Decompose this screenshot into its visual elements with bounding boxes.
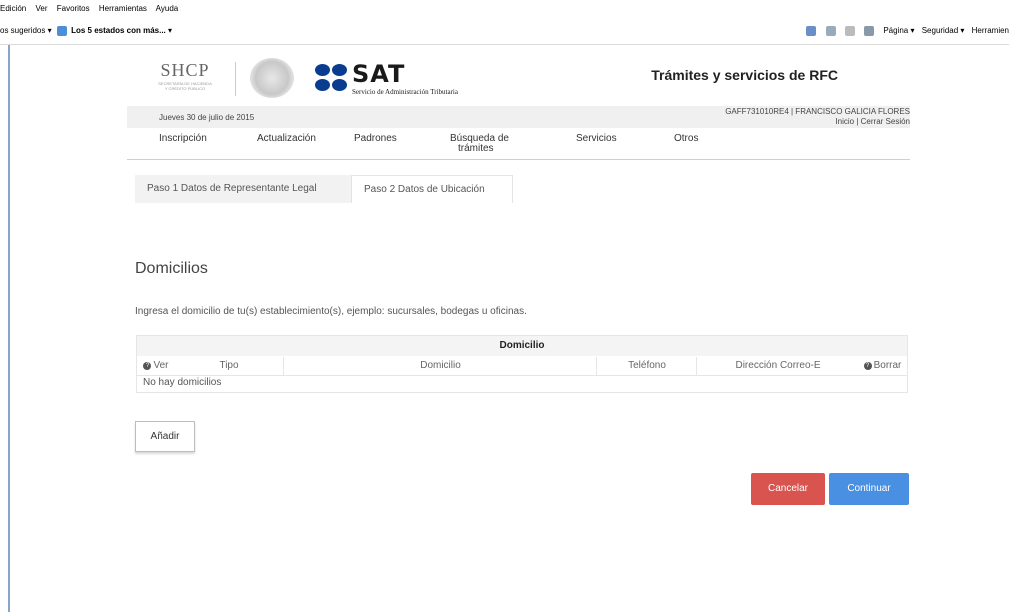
window-left-border [8, 45, 10, 612]
nav-padrones[interactable]: Padrones [354, 134, 397, 144]
menu-ayuda[interactable]: Ayuda [156, 4, 179, 13]
col-borrar-label: Borrar [873, 360, 902, 371]
col-domicilio: Domicilio [283, 357, 597, 375]
page-title: Trámites y servicios de RFC [651, 67, 838, 83]
continue-button[interactable]: Continuar [829, 473, 909, 505]
browser-menu-bar: Edición Ver Favoritos Herramientas Ayuda [0, 0, 1009, 18]
tab-paso-2[interactable]: Paso 2 Datos de Ubicación [351, 175, 513, 203]
sat-logo-text: SAT [352, 60, 406, 88]
add-address-button[interactable]: Añadir [135, 421, 195, 452]
browser-divider [0, 44, 1009, 45]
shcp-logo-title: SHCP [160, 60, 210, 80]
table-empty-message: No hay domicilios [143, 377, 222, 388]
section-title: Domicilios [135, 260, 208, 277]
shcp-logo[interactable]: SHCP SECRETARÍA DE HACIENDA Y CRÉDITO PÚ… [140, 60, 230, 91]
tools-menu[interactable]: Herramien [972, 26, 1009, 35]
nav-actualizacion[interactable]: Actualización [257, 134, 316, 144]
security-menu[interactable]: Seguridad ▾ [922, 26, 965, 35]
user-info-bar: Jueves 30 de julio de 2015 GAFF731010RE4… [127, 106, 910, 128]
logo-divider [235, 62, 236, 96]
col-ver-label: Ver [153, 360, 169, 371]
national-seal-icon [250, 58, 294, 98]
section-intro: Ingresa el domicilio de tu(s) establecim… [135, 306, 527, 317]
cancel-button[interactable]: Cancelar [751, 473, 825, 505]
sat-logo-subtitle: Servicio de Administración Tributaria [352, 88, 458, 96]
help-icon: ? [863, 362, 872, 370]
nav-otros[interactable]: Otros [674, 134, 698, 144]
favorite-bookmark-link[interactable]: Los 5 estados con más... ▾ [71, 26, 172, 35]
table-header-row: ? Ver Tipo Domicilio Teléfono Dirección C… [137, 357, 907, 376]
table-caption: Domicilio [137, 336, 907, 356]
menu-edicion[interactable]: Edición [0, 4, 26, 13]
suggested-sites-link[interactable]: os sugeridos ▾ [0, 26, 52, 35]
logout-link[interactable]: Cerrar Sesión [861, 117, 910, 126]
help-icon: ? [143, 362, 152, 370]
nav-inscripcion[interactable]: Inscripción [159, 134, 207, 144]
browser-favorites-bar: os sugeridos ▾ Los 5 estados con más... … [0, 18, 1009, 44]
print-icon[interactable] [864, 25, 875, 36]
nav-busqueda-tramites[interactable]: Búsqueda de trámites [450, 134, 509, 154]
site-header: SHCP SECRETARÍA DE HACIENDA Y CRÉDITO PÚ… [140, 58, 910, 104]
page-menu[interactable]: Página ▾ [883, 26, 914, 35]
sat-logo-icon [315, 64, 351, 92]
col-correo: Dirección Correo-E [696, 357, 859, 375]
nav-busqueda-line2: trámites [458, 143, 494, 154]
shcp-logo-subtitle-2: Y CRÉDITO PÚBLICO [164, 86, 206, 91]
tab-paso-1[interactable]: Paso 1 Datos de Representante Legal [135, 175, 367, 203]
home-icon[interactable] [806, 25, 817, 36]
menu-herramientas[interactable]: Herramientas [99, 4, 147, 13]
col-tipo: Tipo [219, 360, 239, 371]
home-link[interactable]: Inicio [835, 117, 854, 126]
current-date: Jueves 30 de julio de 2015 [159, 113, 255, 122]
feeds-icon[interactable] [825, 25, 836, 36]
step-tabs: Paso 1 Datos de Representante Legal Paso… [135, 175, 910, 203]
col-borrar[interactable]: ? Borrar [858, 357, 907, 375]
ie-page-icon [56, 25, 67, 36]
col-telefono: Teléfono [596, 357, 697, 375]
mail-icon[interactable] [844, 25, 855, 36]
col-ver[interactable]: ? Ver [137, 357, 175, 375]
menu-favoritos[interactable]: Favoritos [57, 4, 90, 13]
nav-servicios[interactable]: Servicios [576, 134, 617, 144]
user-rfc-name: GAFF731010RE4 | FRANCISCO GALICIA FLORES [725, 107, 910, 116]
menu-ver[interactable]: Ver [35, 4, 47, 13]
main-nav: Inscripción Actualización Padrones Búsqu… [127, 128, 910, 160]
user-info: GAFF731010RE4 | FRANCISCO GALICIA FLORES… [725, 107, 910, 127]
domicilios-table: Domicilio ? Ver Tipo Domicilio Teléfono D… [136, 335, 908, 393]
